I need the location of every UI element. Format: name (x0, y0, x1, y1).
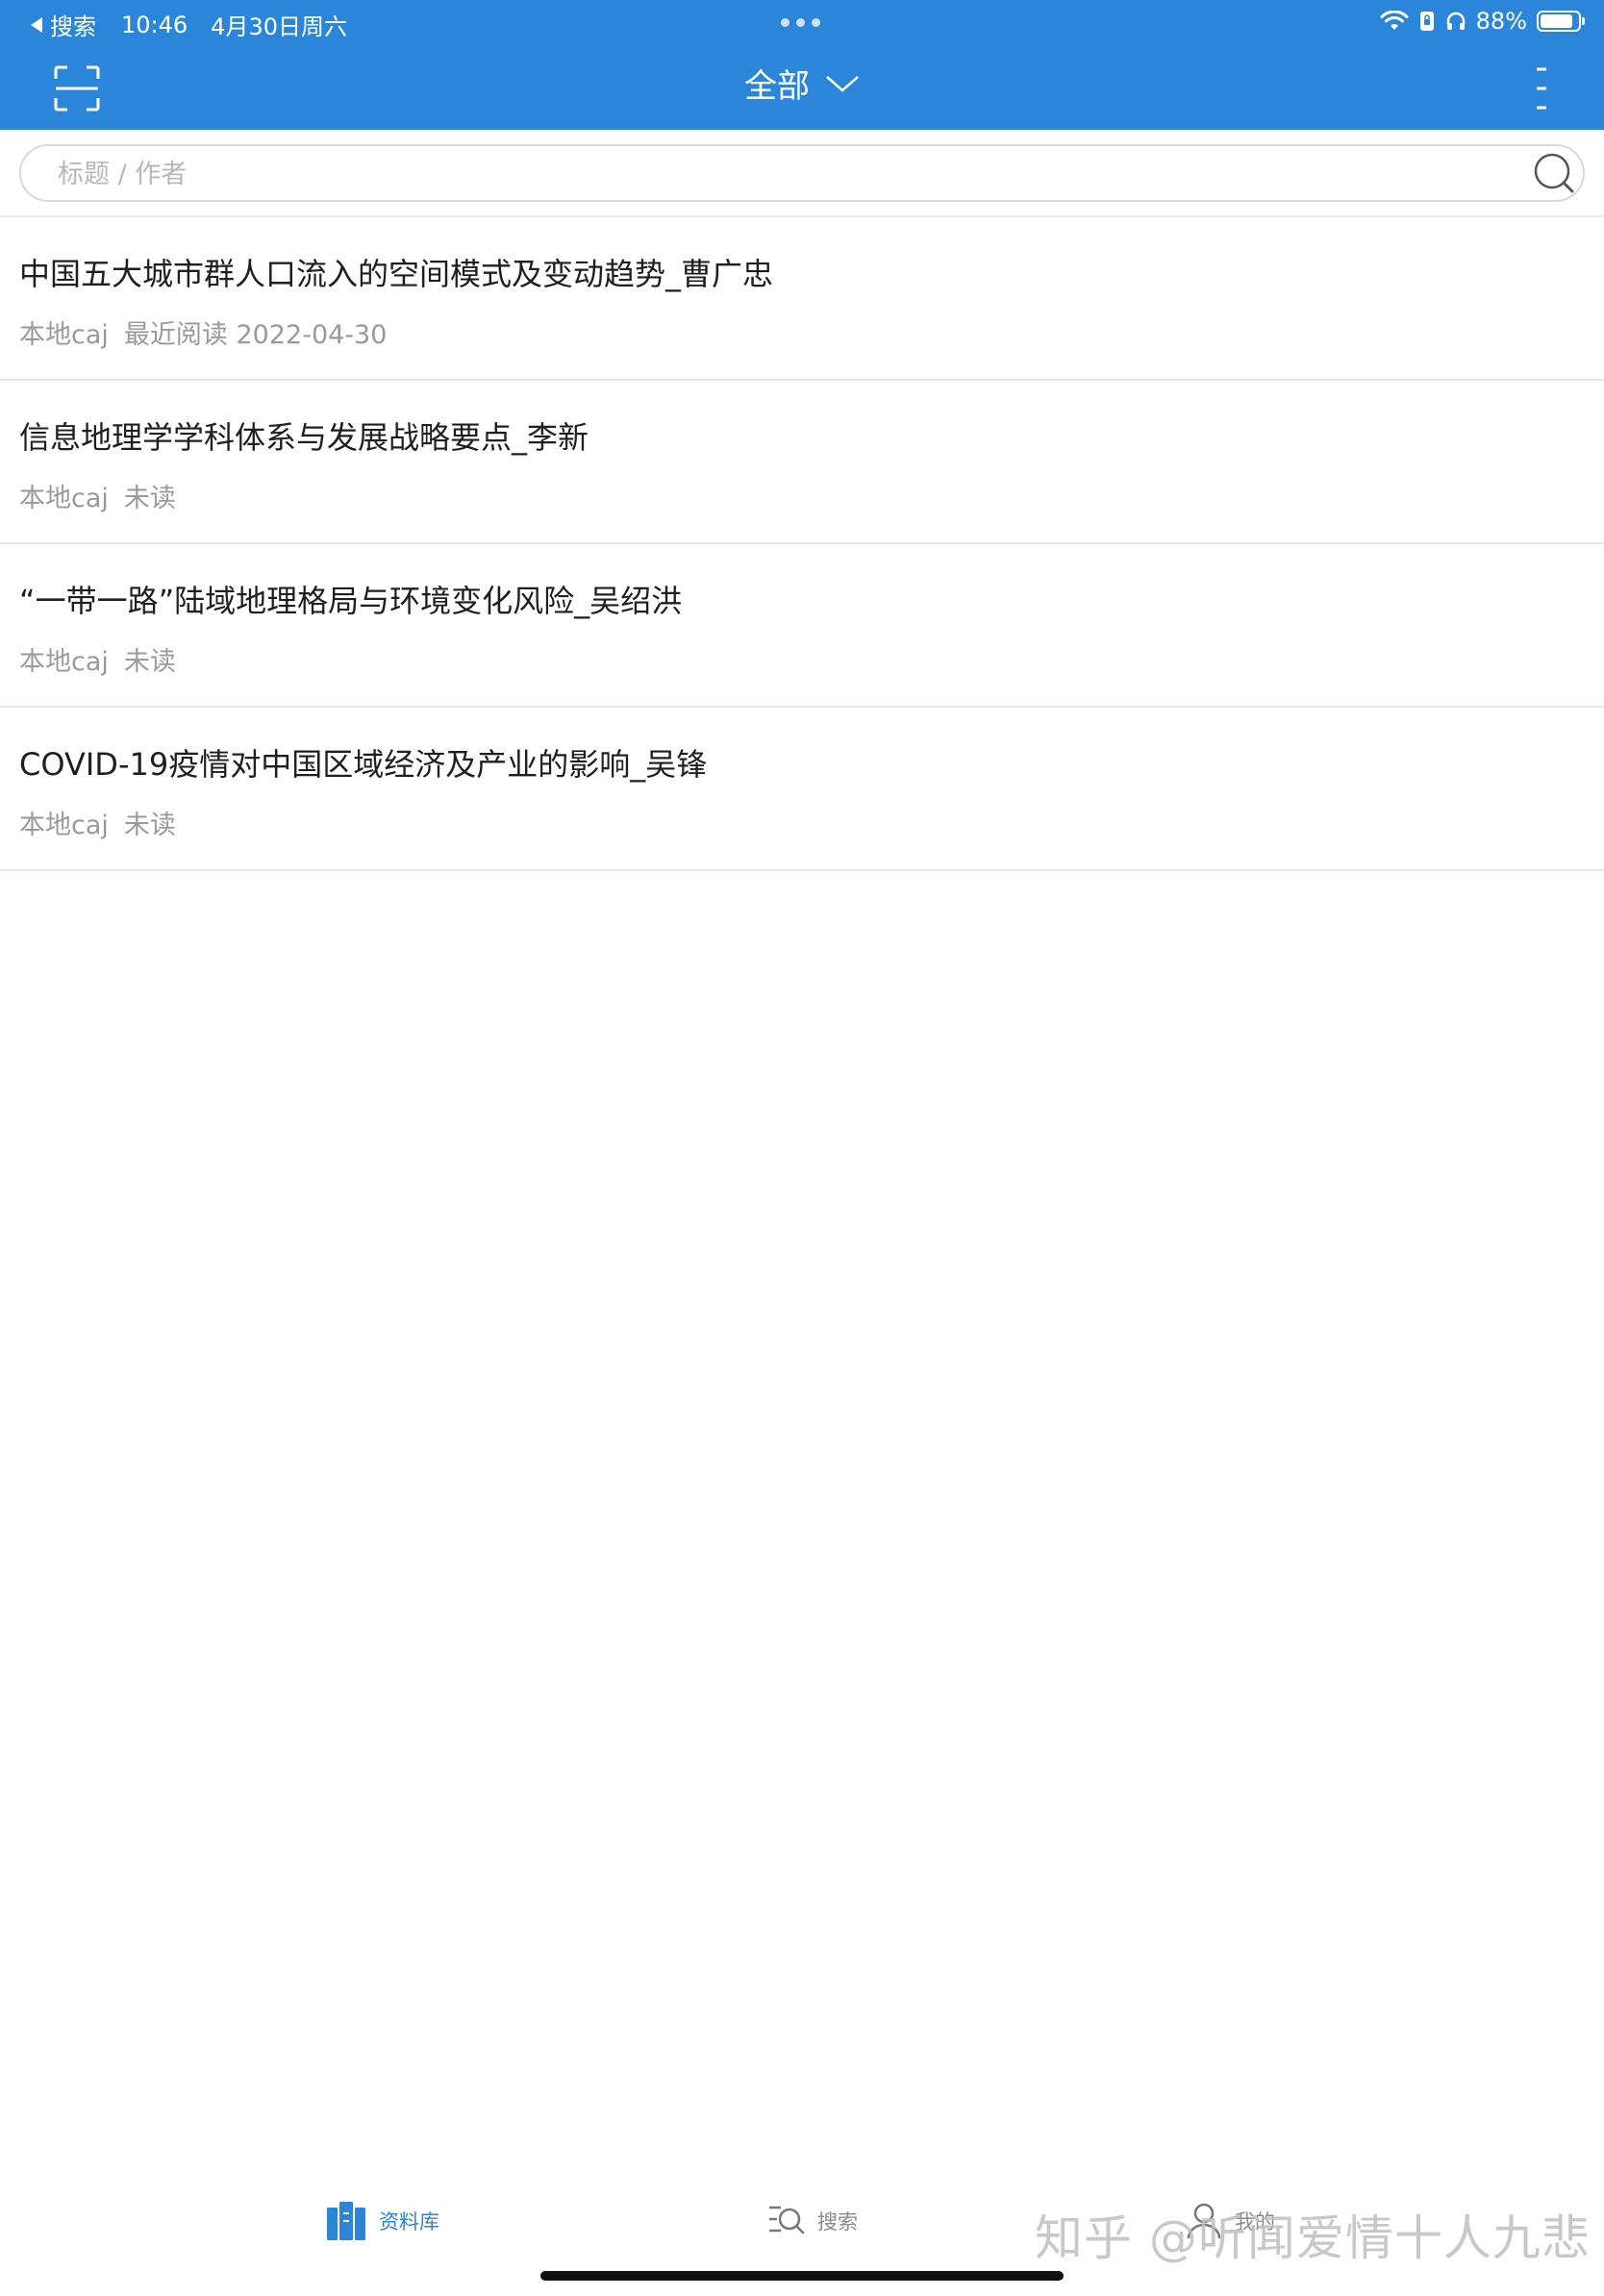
battery-percent: 88% (1475, 8, 1527, 35)
headphones-icon (1446, 12, 1465, 30)
back-arrow-icon[interactable] (31, 16, 42, 33)
more-menu-icon[interactable] (1535, 65, 1548, 112)
document-meta: 本地caj 最近阅读 2022-04-30 (19, 313, 387, 351)
document-title: COVID-19疫情对中国区域经济及产业的影响_吴锋 (19, 746, 708, 783)
tab-library-label[interactable]: 资料库 (379, 2207, 439, 2235)
document-source: 本地caj (19, 484, 109, 513)
document-source: 本地caj (19, 647, 109, 677)
category-dropdown[interactable]: 全部 (0, 60, 1604, 107)
tab-search[interactable]: 搜索 (767, 2183, 858, 2259)
status-left[interactable]: 搜索 10:46 4月30日周六 (31, 8, 347, 41)
search-icon[interactable] (1533, 152, 1575, 194)
document-source: 本地caj (19, 320, 109, 350)
search-bar[interactable] (19, 144, 1585, 202)
home-indicator[interactable] (540, 2271, 1064, 2281)
battery-icon (1537, 11, 1585, 32)
search-list-icon[interactable] (767, 2202, 806, 2240)
document-meta: 本地caj 未读 (19, 804, 176, 841)
watermark: 知乎 @听闻爱情十人九悲 (1035, 2210, 1591, 2266)
document-title: 信息地理学学科体系与发展战略要点_李新 (19, 419, 589, 456)
orientation-lock-icon (1419, 12, 1434, 31)
status-time: 10:46 (121, 11, 188, 38)
document-status: 最近阅读 2022-04-30 (123, 320, 388, 350)
status-right: 88% (1380, 8, 1585, 35)
wifi-icon (1380, 11, 1409, 30)
document-list: 中国五大城市群人口流入的空间模式及变动趋势_曹广忠 本地caj 最近阅读 2022… (0, 217, 1604, 871)
tab-search-label[interactable]: 搜索 (817, 2207, 858, 2235)
chevron-down-icon[interactable] (825, 74, 860, 93)
document-status: 未读 (123, 484, 176, 513)
document-meta: 本地caj 未读 (19, 477, 176, 514)
top-bar: 搜索 10:46 4月30日周六 88% 全部 (0, 0, 1604, 130)
category-title[interactable]: 全部 (744, 60, 810, 107)
library-icon[interactable] (325, 2200, 367, 2242)
list-item[interactable]: 中国五大城市群人口流入的空间模式及变动趋势_曹广忠 本地caj 最近阅读 2022… (0, 217, 1604, 381)
document-status: 未读 (123, 811, 176, 840)
multitask-dots-icon[interactable] (781, 18, 820, 27)
back-app-label[interactable]: 搜索 (50, 8, 96, 41)
list-item[interactable]: 信息地理学学科体系与发展战略要点_李新 本地caj 未读 (0, 381, 1604, 544)
document-meta: 本地caj 未读 (19, 640, 176, 678)
document-title: 中国五大城市群人口流入的空间模式及变动趋势_曹广忠 (19, 256, 774, 292)
list-item[interactable]: “一带一路”陆域地理格局与环境变化风险_吴绍洪 本地caj 未读 (0, 544, 1604, 708)
search-input[interactable] (56, 146, 1502, 202)
list-item[interactable]: COVID-19疫情对中国区域经济及产业的影响_吴锋 本地caj 未读 (0, 708, 1604, 871)
status-bar: 搜索 10:46 4月30日周六 88% (0, 0, 1604, 44)
document-title: “一带一路”陆域地理格局与环境变化风险_吴绍洪 (19, 583, 683, 619)
document-source: 本地caj (19, 811, 109, 840)
tab-library[interactable]: 资料库 (325, 2183, 439, 2259)
status-date: 4月30日周六 (211, 13, 347, 40)
document-status: 未读 (123, 647, 176, 677)
